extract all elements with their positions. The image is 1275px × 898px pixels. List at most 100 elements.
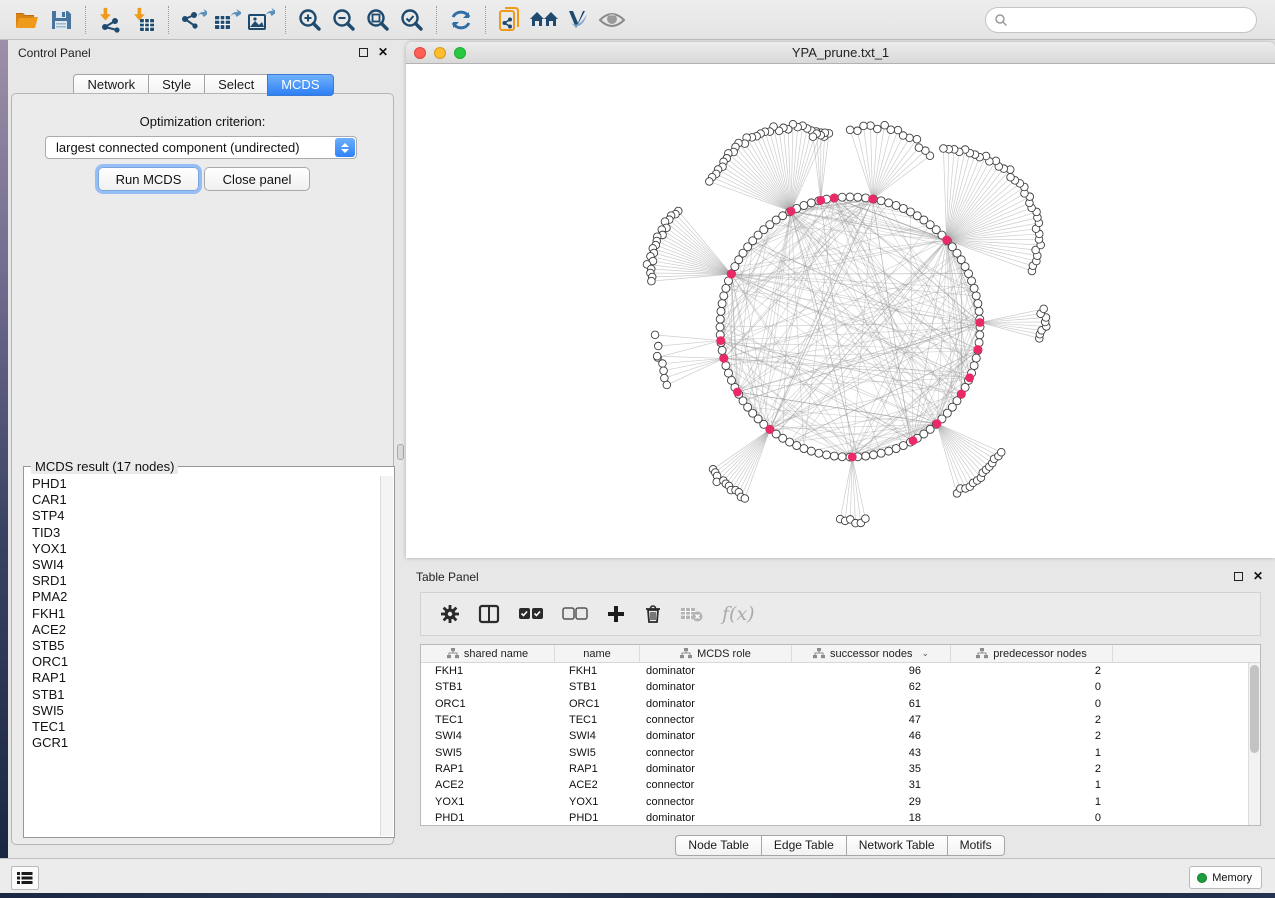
table-cell[interactable]: PHD1 [421, 812, 555, 824]
table-cell[interactable]: 2 [951, 763, 1113, 775]
network-node[interactable] [965, 270, 973, 278]
zoom-fit-icon[interactable] [361, 5, 395, 35]
table-row[interactable]: STB1STB1dominator620 [421, 679, 1260, 695]
network-node[interactable] [972, 292, 980, 300]
table-cell[interactable]: connector [640, 779, 792, 791]
network-node[interactable] [651, 331, 659, 339]
table-row[interactable]: SWI4SWI4dominator462 [421, 728, 1260, 744]
table-cell[interactable]: FKH1 [555, 665, 640, 677]
network-node[interactable] [661, 374, 669, 382]
function-builder-icon[interactable]: f(x) [713, 598, 764, 630]
table-settings-gear-icon[interactable] [431, 598, 469, 630]
network-node[interactable] [885, 199, 893, 207]
network-node[interactable] [913, 135, 921, 143]
table-cell[interactable]: 29 [792, 796, 951, 808]
network-window-titlebar[interactable]: YPA_prune.txt_1 [406, 42, 1275, 64]
table-cell[interactable]: 2 [951, 730, 1113, 742]
run-mcds-button[interactable]: Run MCDS [98, 167, 199, 191]
table-cell[interactable]: 2 [951, 665, 1113, 677]
column-header-name[interactable]: name [555, 645, 640, 662]
tab-motifs[interactable]: Motifs [947, 835, 1005, 856]
network-node[interactable] [722, 362, 730, 370]
float-panel-icon[interactable] [1234, 572, 1243, 581]
deselect-all-icon[interactable] [553, 598, 597, 630]
zoom-in-icon[interactable] [293, 5, 327, 35]
network-node[interactable] [972, 354, 980, 362]
table-cell[interactable]: ORC1 [421, 698, 555, 710]
share-document-icon[interactable] [493, 5, 527, 35]
table-cell[interactable]: 18 [792, 812, 951, 824]
export-table-icon[interactable] [210, 5, 244, 35]
table-cell[interactable]: SWI5 [421, 747, 555, 759]
mcds-result-item[interactable]: ORC1 [25, 654, 380, 670]
network-node[interactable] [809, 133, 817, 141]
mcds-result-item[interactable]: FKH1 [25, 606, 380, 622]
eye-icon[interactable] [595, 5, 629, 35]
network-node[interactable] [892, 445, 900, 453]
table-cell[interactable]: connector [640, 796, 792, 808]
mcds-result-item[interactable]: YOX1 [25, 541, 380, 557]
open-folder-icon[interactable] [10, 5, 44, 35]
network-node[interactable] [741, 495, 749, 503]
table-row[interactable]: ACE2ACE2connector311 [421, 777, 1260, 793]
network-node[interactable] [862, 452, 870, 460]
table-cell[interactable]: 47 [792, 714, 951, 726]
table-cell[interactable]: 1 [951, 779, 1113, 791]
network-node[interactable] [720, 292, 728, 300]
network-node[interactable] [881, 121, 889, 129]
memory-button[interactable]: Memory [1189, 866, 1262, 889]
table-cell[interactable]: dominator [640, 665, 792, 677]
delete-column-trash-icon[interactable] [635, 598, 671, 630]
mcds-hub-node[interactable] [727, 270, 736, 279]
mcds-result-item[interactable]: PMA2 [25, 589, 380, 605]
network-node[interactable] [654, 342, 662, 350]
close-panel-icon[interactable]: ✕ [1253, 572, 1263, 581]
network-node[interactable] [862, 515, 870, 523]
import-network-icon[interactable] [93, 5, 127, 35]
network-node[interactable] [659, 360, 667, 368]
mcds-hub-node[interactable] [719, 354, 728, 363]
network-node[interactable] [648, 277, 656, 285]
table-cell[interactable]: SWI5 [555, 747, 640, 759]
optimization-criterion-dropdown[interactable]: largest connected component (undirected) [45, 136, 357, 159]
refresh-icon[interactable] [444, 5, 478, 35]
mcds-list-scrollbar[interactable] [380, 476, 393, 836]
mcds-hub-node[interactable] [830, 194, 839, 203]
mcds-hub-node[interactable] [933, 419, 942, 428]
network-node[interactable] [660, 367, 668, 375]
network-node[interactable] [899, 442, 907, 450]
clear-table-icon[interactable] [671, 598, 713, 630]
network-node[interactable] [716, 323, 724, 331]
network-node[interactable] [869, 451, 877, 459]
close-panel-button[interactable]: Close panel [204, 167, 310, 191]
network-node[interactable] [846, 193, 854, 201]
mcds-result-item[interactable]: TEC1 [25, 719, 380, 735]
network-node[interactable] [846, 126, 854, 134]
mcds-hub-node[interactable] [868, 195, 877, 204]
mcds-result-item[interactable]: ACE2 [25, 622, 380, 638]
mcds-result-item[interactable]: SWI5 [25, 703, 380, 719]
table-row[interactable]: RAP1RAP1dominator352 [421, 761, 1260, 777]
table-scrollbar[interactable] [1248, 663, 1260, 825]
import-table-icon[interactable] [127, 5, 161, 35]
mcds-result-item[interactable]: RAP1 [25, 670, 380, 686]
table-cell[interactable]: ORC1 [555, 698, 640, 710]
network-node[interactable] [838, 453, 846, 461]
mcds-result-item[interactable]: CAR1 [25, 492, 380, 508]
table-cell[interactable]: 0 [951, 698, 1113, 710]
table-cell[interactable]: SWI4 [421, 730, 555, 742]
float-panel-icon[interactable] [359, 48, 368, 57]
save-icon[interactable] [44, 5, 78, 35]
table-cell[interactable]: 0 [951, 812, 1113, 824]
network-node[interactable] [997, 448, 1005, 456]
network-node[interactable] [877, 197, 885, 205]
vizmapper-icon[interactable] [561, 5, 595, 35]
mcds-hub-node[interactable] [766, 425, 775, 434]
network-node[interactable] [823, 451, 831, 459]
mcds-hub-node[interactable] [957, 390, 966, 399]
network-node[interactable] [1040, 305, 1048, 313]
export-network-icon[interactable] [176, 5, 210, 35]
mcds-hub-node[interactable] [848, 453, 857, 462]
mcds-hub-node[interactable] [976, 318, 985, 327]
table-cell[interactable]: ACE2 [421, 779, 555, 791]
